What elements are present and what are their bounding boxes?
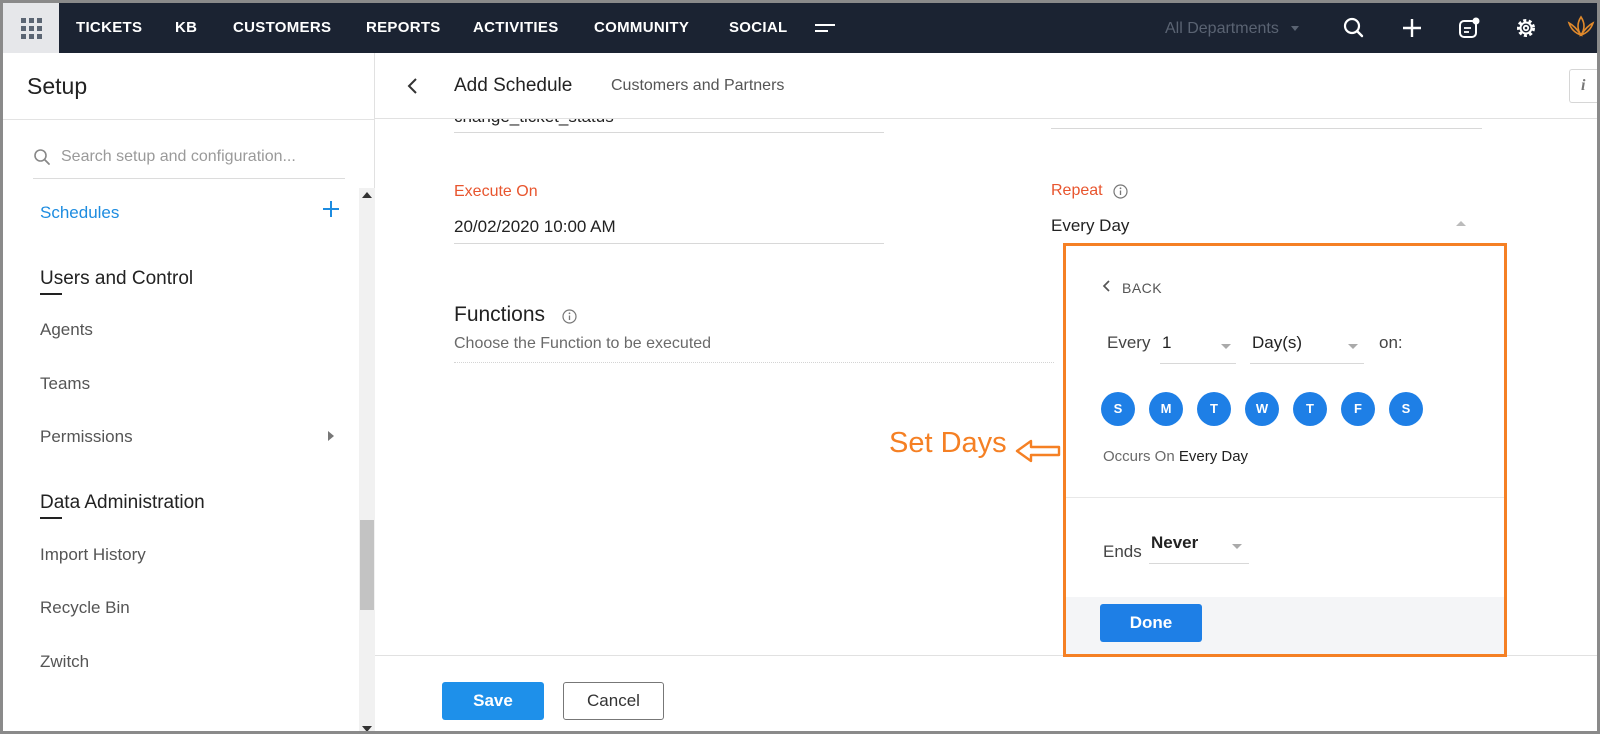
sidebar-divider <box>3 119 375 120</box>
chevron-down-icon <box>1232 544 1242 549</box>
nav-tickets[interactable]: TICKETS <box>76 3 142 53</box>
more-menu-icon[interactable] <box>815 21 835 35</box>
top-navigation-bar: TICKETS KB CUSTOMERS REPORTS ACTIVITIES … <box>3 3 1597 53</box>
on-label: on: <box>1379 333 1403 352</box>
arrow-left-annotation-icon <box>1015 439 1061 463</box>
chevron-down-icon <box>1348 344 1358 349</box>
chevron-left-icon <box>1102 280 1110 292</box>
day-toggle-sunday[interactable]: S <box>1101 392 1135 426</box>
set-days-annotation: Set Days <box>889 427 1007 459</box>
page-subtitle: Customers and Partners <box>611 77 785 94</box>
day-toggle-wednesday[interactable]: W <box>1245 392 1279 426</box>
gear-icon[interactable] <box>1513 15 1539 41</box>
notifications-icon[interactable] <box>1456 15 1482 41</box>
app-window: TICKETS KB CUSTOMERS REPORTS ACTIVITIES … <box>0 0 1600 734</box>
setup-search <box>33 137 345 179</box>
cancel-button[interactable]: Cancel <box>563 682 664 720</box>
page-header: Add Schedule Customers and Partners i <box>375 53 1597 119</box>
setup-sidebar: Setup Schedules Users and Control Agents… <box>3 53 375 731</box>
info-icon[interactable] <box>562 309 577 324</box>
sidebar-item-recycle-bin[interactable]: Recycle Bin <box>40 598 130 618</box>
execute-on-label: Execute On <box>454 183 538 200</box>
back-arrow-icon[interactable] <box>405 77 421 95</box>
done-button[interactable]: Done <box>1100 604 1202 642</box>
occurs-summary: Occurs On Every Day <box>1103 448 1248 465</box>
day-toggle-thursday[interactable]: T <box>1293 392 1327 426</box>
functions-divider <box>454 362 1054 363</box>
nav-social[interactable]: SOCIAL <box>729 3 787 53</box>
sidebar-item-schedules[interactable]: Schedules <box>40 203 119 223</box>
sidebar-menu: Schedules Users and Control Agents Teams… <box>3 183 359 731</box>
sidebar-item-teams[interactable]: Teams <box>40 374 90 394</box>
sidebar-section-data-administration: Data Administration <box>40 492 205 519</box>
execute-on-underline <box>454 243 884 244</box>
day-toggle-friday[interactable]: F <box>1341 392 1375 426</box>
unit-select[interactable]: Day(s) <box>1250 326 1364 364</box>
search-icon[interactable] <box>1341 15 1367 41</box>
partial-field-right[interactable] <box>1051 119 1482 129</box>
app-launcher-button[interactable] <box>3 3 59 53</box>
form-actions-bar: Save Cancel <box>375 655 1597 731</box>
interval-value: 1 <box>1162 333 1172 352</box>
ends-value: Never <box>1151 533 1199 552</box>
search-icon <box>34 149 50 165</box>
info-panel-toggle[interactable]: i <box>1569 69 1597 103</box>
day-toggle-monday[interactable]: M <box>1149 392 1183 426</box>
repeat-settings-popup: BACK Every 1 Day(s) on: S M T W T F S Oc… <box>1063 243 1507 657</box>
brand-logo-icon <box>1567 15 1595 37</box>
repeat-label: Repeat <box>1051 182 1103 199</box>
schedule-name-field[interactable]: change_ticket_status <box>454 119 884 133</box>
sidebar-scrollbar[interactable] <box>359 188 375 731</box>
page-title: Add Schedule <box>454 75 573 96</box>
chevron-down-icon <box>1221 344 1231 349</box>
nav-activities[interactable]: ACTIVITIES <box>473 3 559 53</box>
schedule-name-value: change_ticket_status <box>454 119 614 127</box>
save-button[interactable]: Save <box>442 682 544 720</box>
nav-reports[interactable]: REPORTS <box>366 3 441 53</box>
unit-value: Day(s) <box>1252 333 1303 352</box>
setup-search-input[interactable] <box>61 143 341 171</box>
popup-divider <box>1066 497 1504 498</box>
ends-label: Ends <box>1103 542 1142 561</box>
scroll-down-arrow-icon[interactable] <box>362 726 372 731</box>
functions-heading: Functions <box>454 303 546 326</box>
nav-kb[interactable]: KB <box>175 3 197 53</box>
department-selector[interactable]: All Departments <box>1165 3 1300 53</box>
sidebar-item-permissions[interactable]: Permissions <box>40 427 133 447</box>
interval-select[interactable]: 1 <box>1160 326 1236 364</box>
chevron-right-icon[interactable] <box>328 431 334 441</box>
functions-subtitle: Choose the Function to be executed <box>454 335 712 352</box>
ends-select[interactable]: Never <box>1149 526 1249 564</box>
scrollbar-thumb[interactable] <box>360 520 374 610</box>
day-toggle-saturday[interactable]: S <box>1389 392 1423 426</box>
nav-customers[interactable]: CUSTOMERS <box>233 3 331 53</box>
every-label: Every <box>1107 333 1151 352</box>
back-label: BACK <box>1122 280 1163 296</box>
occurs-prefix: Occurs On <box>1103 448 1175 465</box>
occurs-value: Every Day <box>1178 448 1249 465</box>
sidebar-title: Setup <box>27 73 88 99</box>
day-toggle-tuesday[interactable]: T <box>1197 392 1231 426</box>
info-icon[interactable] <box>1113 184 1128 199</box>
add-icon[interactable] <box>1399 15 1425 41</box>
chevron-down-icon <box>1291 26 1300 32</box>
sidebar-item-agents[interactable]: Agents <box>40 320 93 340</box>
repeat-dropdown[interactable]: Every Day <box>1051 216 1129 236</box>
add-schedule-icon[interactable] <box>321 199 341 219</box>
popup-footer: Done <box>1066 597 1504 654</box>
sidebar-item-zwitch[interactable]: Zwitch <box>40 652 89 672</box>
execute-on-field[interactable]: 20/02/2020 10:00 AM <box>454 217 616 237</box>
chevron-up-icon[interactable] <box>1456 221 1466 226</box>
sidebar-section-users-and-control: Users and Control <box>40 268 194 295</box>
sidebar-item-import-history[interactable]: Import History <box>40 545 146 565</box>
department-label: All Departments <box>1165 20 1279 37</box>
scroll-up-arrow-icon[interactable] <box>362 192 372 198</box>
grid-icon <box>20 17 42 39</box>
nav-community[interactable]: COMMUNITY <box>594 3 689 53</box>
